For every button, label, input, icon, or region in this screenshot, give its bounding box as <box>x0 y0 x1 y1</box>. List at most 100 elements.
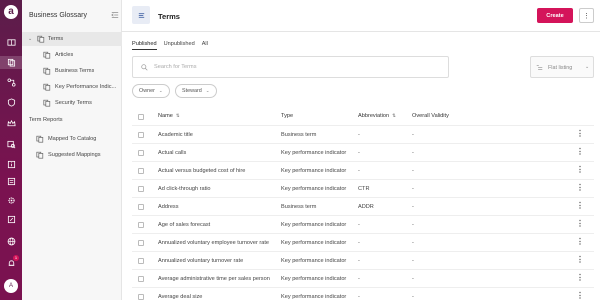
cell-validity: - <box>412 168 414 174</box>
table-row[interactable]: Age of sales forecast Key performance in… <box>132 215 594 233</box>
gear-icon[interactable] <box>4 194 18 207</box>
row-checkbox[interactable] <box>138 240 144 246</box>
cell-name[interactable]: Average administrative time per sales pe… <box>158 276 270 282</box>
column-header-name[interactable]: Name ⇅ <box>158 113 180 119</box>
table-row[interactable]: Annualized voluntary turnover rate Key p… <box>132 251 594 269</box>
sidebar-item-articles[interactable]: Articles <box>22 48 122 62</box>
row-menu-icon[interactable]: ⋮ <box>576 130 584 138</box>
row-checkbox[interactable] <box>138 222 144 228</box>
create-button[interactable]: Create <box>537 8 573 23</box>
lineage-icon[interactable] <box>4 76 18 89</box>
row-checkbox[interactable] <box>138 204 144 210</box>
filter-label: Steward <box>182 88 202 94</box>
more-options-button[interactable]: ⋮ <box>579 8 594 23</box>
cell-abbreviation: - <box>358 150 360 156</box>
cell-type: Business term <box>281 132 317 138</box>
cell-name[interactable]: Address <box>158 204 179 210</box>
cell-validity: - <box>412 276 414 282</box>
table-row[interactable]: Actual calls Key performance indicator -… <box>132 143 594 161</box>
chevron-down-icon[interactable]: ⌄ <box>28 36 32 42</box>
shield-icon[interactable] <box>4 96 18 109</box>
avatar[interactable]: A <box>4 279 18 293</box>
tab-all[interactable]: All <box>202 41 208 47</box>
collapse-sidebar-icon[interactable] <box>111 11 119 19</box>
book-icon[interactable] <box>4 36 18 49</box>
sidebar-item-label: Terms <box>48 36 64 42</box>
info-icon[interactable] <box>4 158 18 171</box>
filter-label: Owner <box>139 88 155 94</box>
select-all-checkbox[interactable] <box>138 114 144 120</box>
cell-type: Key performance indicator <box>281 222 347 228</box>
cell-name[interactable]: Actual calls <box>158 150 186 156</box>
cell-name[interactable]: Average deal size <box>158 294 202 300</box>
list-icon[interactable] <box>4 175 18 188</box>
notification-badge: 1 <box>13 255 19 261</box>
row-menu-icon[interactable]: ⋮ <box>576 292 584 300</box>
cell-type: Key performance indicator <box>281 168 347 174</box>
globe-icon[interactable] <box>4 235 18 248</box>
row-checkbox[interactable] <box>138 276 144 282</box>
row-menu-icon[interactable]: ⋮ <box>576 166 584 174</box>
cell-validity: - <box>412 240 414 246</box>
sidebar-item-security-terms[interactable]: Security Terms <box>22 96 122 110</box>
table-row[interactable]: Average deal size Key performance indica… <box>132 287 594 300</box>
column-header-type[interactable]: Type <box>281 113 293 119</box>
stack-search-icon[interactable] <box>4 138 18 151</box>
app-logo[interactable]: a <box>4 5 18 19</box>
cell-validity: - <box>412 294 414 300</box>
steward-filter[interactable]: Steward ⌄ <box>175 84 217 98</box>
row-checkbox[interactable] <box>138 294 144 300</box>
row-checkbox[interactable] <box>138 150 144 156</box>
cell-name[interactable]: Actual versus budgeted cost of hire <box>158 168 245 174</box>
term-folder-icon <box>36 151 44 159</box>
row-checkbox[interactable] <box>138 132 144 138</box>
sidebar-item-kpi[interactable]: Key Performance Indic... <box>22 80 122 94</box>
row-menu-icon[interactable]: ⋮ <box>576 202 584 210</box>
row-checkbox[interactable] <box>138 258 144 264</box>
table-row[interactable]: Actual versus budgeted cost of hire Key … <box>132 161 594 179</box>
cell-validity: - <box>412 222 414 228</box>
cell-name[interactable]: Annualized voluntary turnover rate <box>158 258 243 264</box>
row-menu-icon[interactable]: ⋮ <box>576 256 584 264</box>
sidebar-item-label: Security Terms <box>55 100 92 106</box>
edit-icon[interactable] <box>4 213 18 226</box>
cell-name[interactable]: Age of sales forecast <box>158 222 210 228</box>
glossary-icon[interactable] <box>0 56 22 69</box>
table-row[interactable]: Average administrative time per sales pe… <box>132 269 594 287</box>
cell-abbreviation: - <box>358 258 360 264</box>
table-row[interactable]: Annualized voluntary employee turnover r… <box>132 233 594 251</box>
tab-unpublished[interactable]: Unpublished <box>164 41 195 47</box>
cell-validity: - <box>412 258 414 264</box>
sidebar-item-mapped-to-catalog[interactable]: Mapped To Catalog <box>22 132 122 146</box>
row-menu-icon[interactable]: ⋮ <box>576 220 584 228</box>
column-header-overall-validity[interactable]: Overall Validity <box>412 113 449 119</box>
column-header-abbreviation[interactable]: Abbreviation ⇅ <box>358 113 396 119</box>
sidebar-item-business-terms[interactable]: Business Terms <box>22 64 122 78</box>
row-menu-icon[interactable]: ⋮ <box>576 238 584 246</box>
row-menu-icon[interactable]: ⋮ <box>576 184 584 192</box>
row-checkbox[interactable] <box>138 186 144 192</box>
cell-abbreviation: - <box>358 294 360 300</box>
row-menu-icon[interactable]: ⋮ <box>576 148 584 156</box>
owner-filter[interactable]: Owner ⌄ <box>132 84 170 98</box>
row-menu-icon[interactable]: ⋮ <box>576 274 584 282</box>
cell-name[interactable]: Annualized voluntary employee turnover r… <box>158 240 269 246</box>
listing-mode-select[interactable]: Flat listing ⌄ <box>530 56 594 78</box>
header-divider <box>122 31 600 32</box>
crown-icon[interactable] <box>4 117 18 130</box>
sidebar-item-terms[interactable]: ⌄ Terms <box>22 32 122 46</box>
sidebar-item-suggested-mappings[interactable]: Suggested Mappings <box>22 148 122 162</box>
sort-icon: ⇅ <box>175 113 180 118</box>
cell-name[interactable]: Academic title <box>158 132 193 138</box>
cell-type: Business term <box>281 204 317 210</box>
row-checkbox[interactable] <box>138 168 144 174</box>
cell-name[interactable]: Ad click-through ratio <box>158 186 211 192</box>
term-folder-icon <box>36 135 44 143</box>
table-row[interactable]: Academic title Business term - - ⋮ <box>132 125 594 143</box>
tab-published[interactable]: Published <box>132 41 157 50</box>
search-input[interactable] <box>154 62 434 72</box>
table-row[interactable]: Ad click-through ratio Key performance i… <box>132 179 594 197</box>
term-folder-icon <box>43 83 51 91</box>
table-row[interactable]: Address Business term ADDR - ⋮ <box>132 197 594 215</box>
cell-validity: - <box>412 132 414 138</box>
